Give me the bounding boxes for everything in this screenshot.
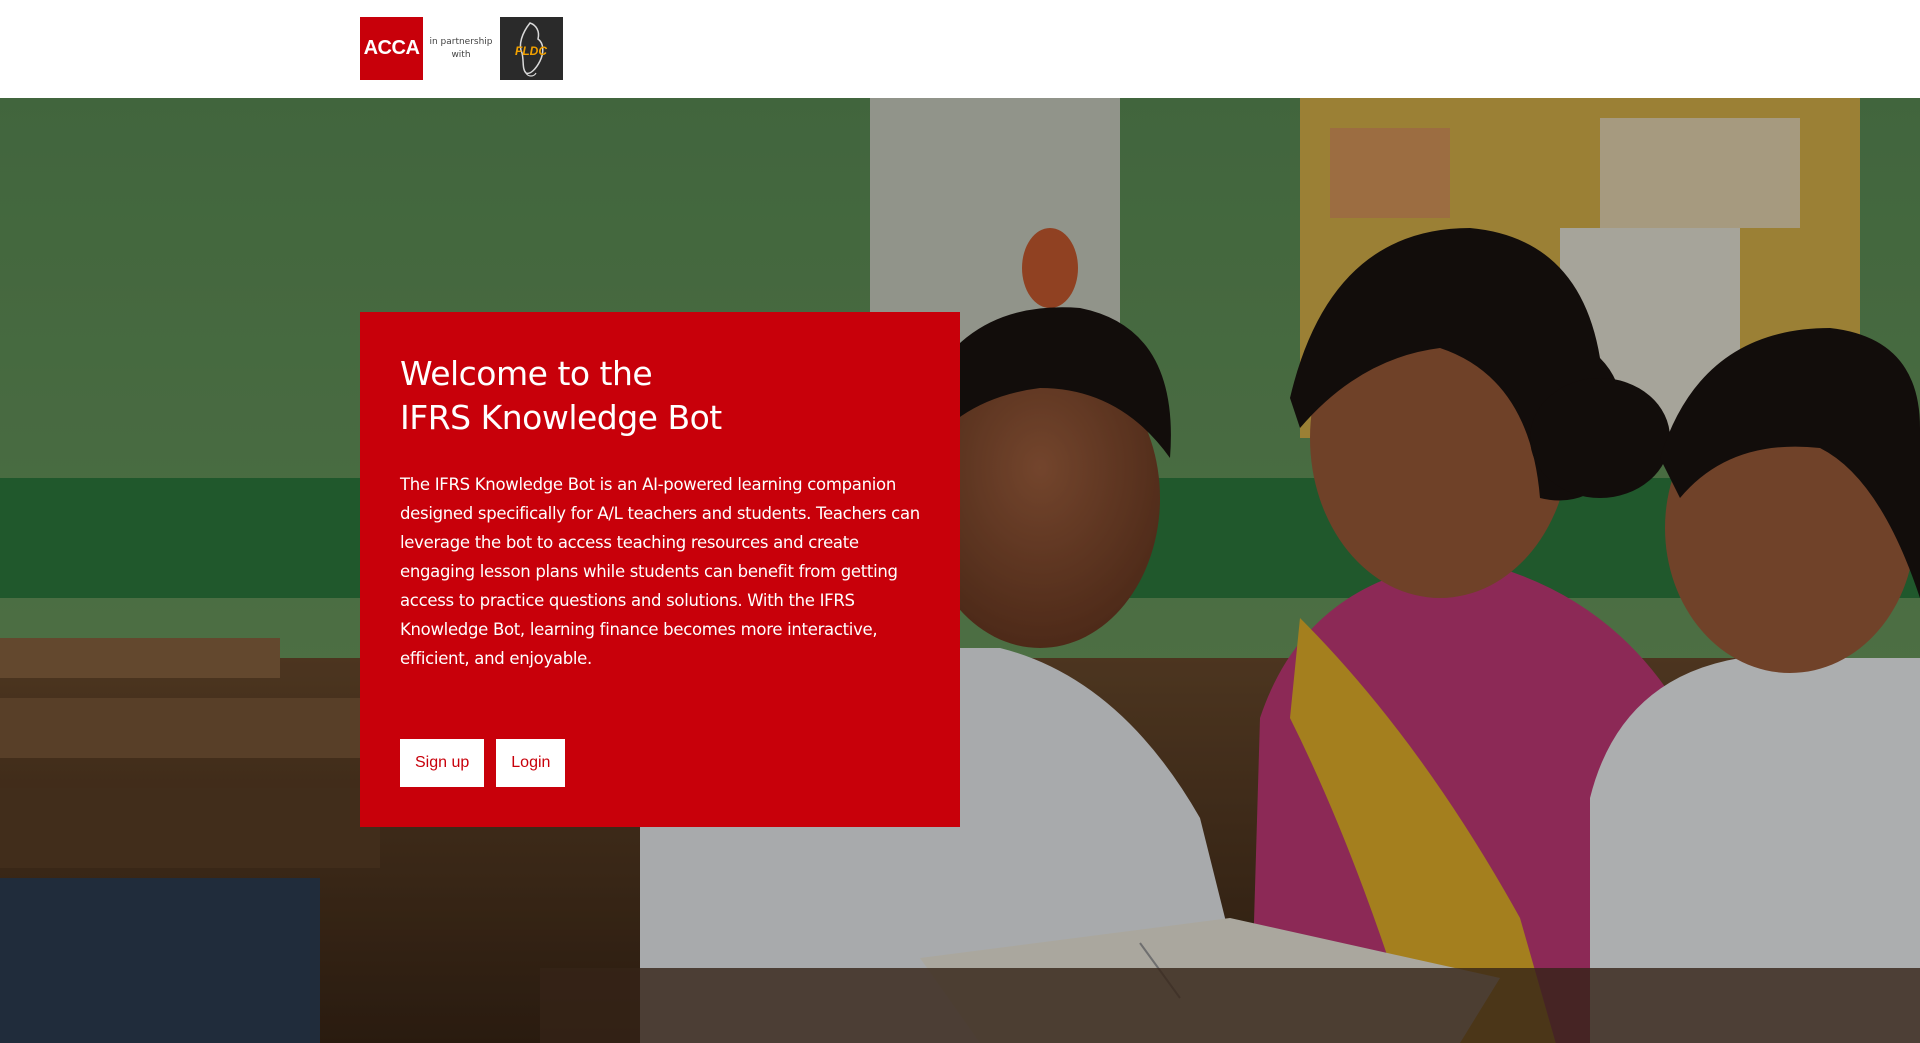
- auth-buttons: Sign up Login: [400, 739, 566, 787]
- site-header: ACCA in partnership with FLDC: [0, 0, 1920, 98]
- partnership-caption: in partnership with: [428, 36, 494, 62]
- welcome-title-line-1: Welcome to the: [400, 354, 653, 393]
- partner-logo: FLDC: [500, 17, 563, 80]
- hero-section: [0, 98, 1920, 1043]
- partnership-line-2: with: [451, 50, 471, 60]
- partner-logo-text: FLDC: [515, 44, 547, 58]
- welcome-description: The IFRS Knowledge Bot is an AI-powered …: [400, 475, 920, 668]
- partnership-line-1: in partnership: [429, 37, 493, 47]
- acca-logo: ACCA: [360, 17, 423, 80]
- welcome-card: Welcome to the IFRS Knowledge Bot The IF…: [360, 312, 960, 827]
- signup-button[interactable]: Sign up: [400, 739, 485, 787]
- welcome-title: Welcome to the IFRS Knowledge Bot: [400, 352, 920, 440]
- acca-logo-text: ACCA: [363, 37, 420, 59]
- partner-logo-graphic: FLDC: [515, 22, 547, 77]
- hero-overlay: [0, 98, 1920, 1043]
- welcome-title-line-2: IFRS Knowledge Bot: [400, 398, 722, 437]
- login-button[interactable]: Login: [496, 739, 566, 787]
